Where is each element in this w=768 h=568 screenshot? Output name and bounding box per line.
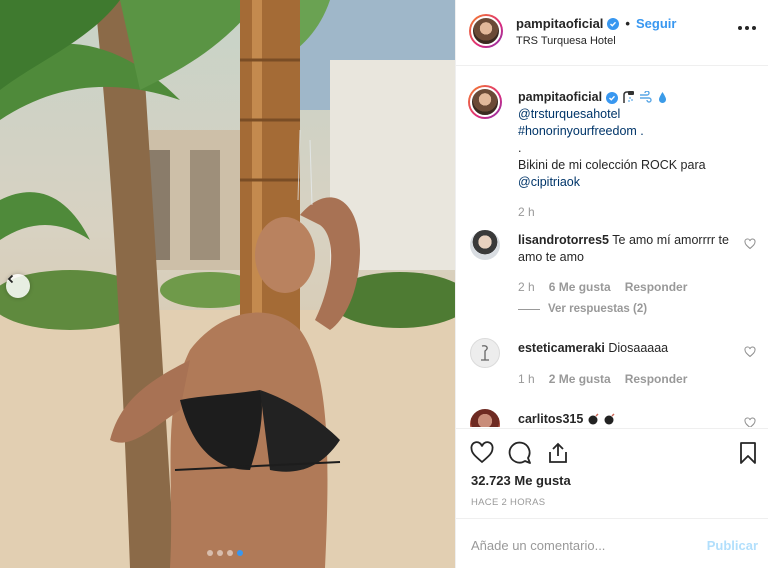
- shower-emoji-icon: [623, 91, 635, 103]
- divider-line: [518, 308, 540, 310]
- like-comment-heart-icon[interactable]: [744, 238, 756, 250]
- carousel-dot: [207, 550, 213, 556]
- comment-username[interactable]: lisandrotorres5: [518, 233, 609, 247]
- comment-username[interactable]: carlitos315: [518, 412, 583, 426]
- reply-button[interactable]: Responder: [625, 372, 688, 386]
- view-replies-label: Ver respuestas (2): [548, 303, 648, 315]
- verified-badge-icon: [607, 17, 620, 30]
- post-actions: 32.723 Me gusta HACE 2 HORAS: [456, 428, 768, 518]
- caption-username[interactable]: pampitaoficial: [518, 89, 602, 106]
- publish-button[interactable]: Publicar: [707, 538, 758, 553]
- comment-bubble-icon[interactable]: [508, 441, 532, 465]
- wind-emoji-icon: [640, 91, 652, 103]
- post-photo[interactable]: [0, 0, 455, 568]
- post-location[interactable]: TRS Turquesa Hotel: [516, 35, 616, 47]
- commenter-avatar[interactable]: [470, 230, 500, 260]
- like-comment-heart-icon[interactable]: [744, 417, 756, 427]
- caption-line: Bikini de mi colección ROCK para: [518, 158, 706, 172]
- logo-icon: [481, 345, 489, 361]
- commenter-avatar[interactable]: [470, 409, 500, 427]
- like-heart-icon[interactable]: [470, 441, 494, 465]
- carousel-indicator: [207, 550, 243, 556]
- post-header: pampitaoficial • Seguir TRS Turquesa Hot…: [456, 0, 768, 66]
- caption-mention-hotel[interactable]: @trsturquesahotel: [518, 107, 620, 121]
- carousel-dot: [217, 550, 223, 556]
- add-comment-form: Publicar: [456, 518, 768, 568]
- beach-shower-image: [0, 0, 455, 568]
- follow-button[interactable]: Seguir: [636, 16, 676, 31]
- bomb-emoji-icon: [604, 413, 615, 425]
- reply-button[interactable]: Responder: [625, 280, 688, 294]
- comment-input[interactable]: [471, 533, 691, 557]
- previous-slide-button[interactable]: [6, 274, 30, 298]
- chevron-left-icon: [7, 274, 14, 284]
- comment-likes[interactable]: 2 Me gusta: [549, 372, 611, 386]
- more-options-icon[interactable]: [738, 26, 756, 32]
- verified-badge-icon: [606, 91, 619, 104]
- carousel-dot: [237, 550, 243, 556]
- droplet-emoji-icon: [659, 92, 667, 103]
- caption-timestamp[interactable]: 2 h: [518, 204, 763, 221]
- comment-likes[interactable]: 6 Me gusta: [549, 280, 611, 294]
- author-username[interactable]: pampitaoficial: [516, 16, 603, 31]
- caption-hashtag[interactable]: #honorinyourfreedom .: [518, 124, 644, 138]
- comment-username[interactable]: esteticameraki: [518, 341, 605, 355]
- separator-dot: •: [625, 16, 630, 31]
- save-bookmark-icon[interactable]: [736, 441, 760, 465]
- bomb-emoji-icon: [588, 413, 599, 425]
- carousel-dot: [227, 550, 233, 556]
- caption-mention-brand[interactable]: @cipitriaok: [518, 175, 580, 189]
- caption-line: .: [518, 141, 522, 155]
- likes-label: Me gusta: [514, 473, 571, 488]
- comment-text: Diosaaaaa: [608, 341, 669, 355]
- comment-timestamp[interactable]: 2 h: [518, 280, 535, 294]
- author-avatar[interactable]: [469, 14, 503, 48]
- likes-count[interactable]: 32.723 Me gusta: [471, 473, 571, 488]
- commenter-avatar[interactable]: [470, 338, 500, 368]
- post-details-panel: pampitaoficial • Seguir TRS Turquesa Hot…: [455, 0, 768, 568]
- share-icon[interactable]: [546, 441, 570, 465]
- view-replies-button[interactable]: Ver respuestas (2): [518, 303, 647, 315]
- post-timestamp[interactable]: HACE 2 HORAS: [471, 497, 545, 508]
- caption-avatar[interactable]: [468, 85, 502, 119]
- likes-number: 32.723: [471, 473, 511, 488]
- comments-list: pampitaoficial @trsturquesahotel #honori…: [456, 67, 768, 427]
- like-comment-heart-icon[interactable]: [744, 346, 756, 358]
- comment-timestamp[interactable]: 1 h: [518, 372, 535, 386]
